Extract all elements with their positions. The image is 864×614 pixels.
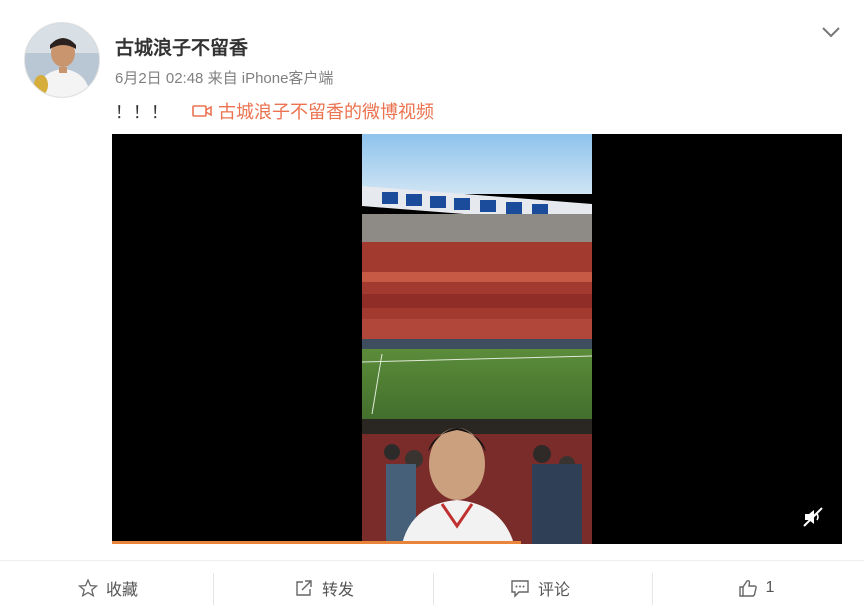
timestamp[interactable]: 6月2日 02:48 [115,70,203,87]
muted-speaker-icon[interactable] [802,506,824,528]
video-progress-bar[interactable] [112,541,521,544]
video-link[interactable]: 古城浪子不留香的微博视频 [192,98,434,124]
repost-button[interactable]: 转发 [216,561,432,614]
share-icon [296,579,312,596]
video-camera-icon [192,105,212,117]
comment-icon [511,579,529,598]
like-button[interactable]: 1 [648,561,864,614]
favorite-label: 收藏 [105,581,138,599]
thumb-up-icon [738,579,757,597]
video-frame [362,134,592,544]
video-player[interactable] [112,134,842,544]
post-text: ！！！ [115,103,169,122]
username[interactable]: 古城浪子不留香 [115,33,248,60]
action-separator [652,573,653,605]
action-separator [433,573,434,605]
comment-label: 评论 [537,581,570,599]
favorite-button[interactable]: 收藏 [0,561,216,614]
chevron-down-icon[interactable] [818,22,844,42]
comment-button[interactable]: 评论 [432,561,648,614]
source: 来自 iPhone客户端 [207,70,334,87]
repost-label: 转发 [321,581,354,599]
action-separator [213,573,214,605]
avatar-image [25,23,99,97]
star-icon [77,577,98,597]
avatar[interactable] [24,22,100,98]
action-bar: 收藏 转发 评论 1 [0,561,864,614]
post-meta: 6月2日 02:48 来自 iPhone客户端 [115,67,333,88]
video-link-label: 古城浪子不留香的微博视频 [218,102,434,122]
like-count: 1 [765,578,775,596]
